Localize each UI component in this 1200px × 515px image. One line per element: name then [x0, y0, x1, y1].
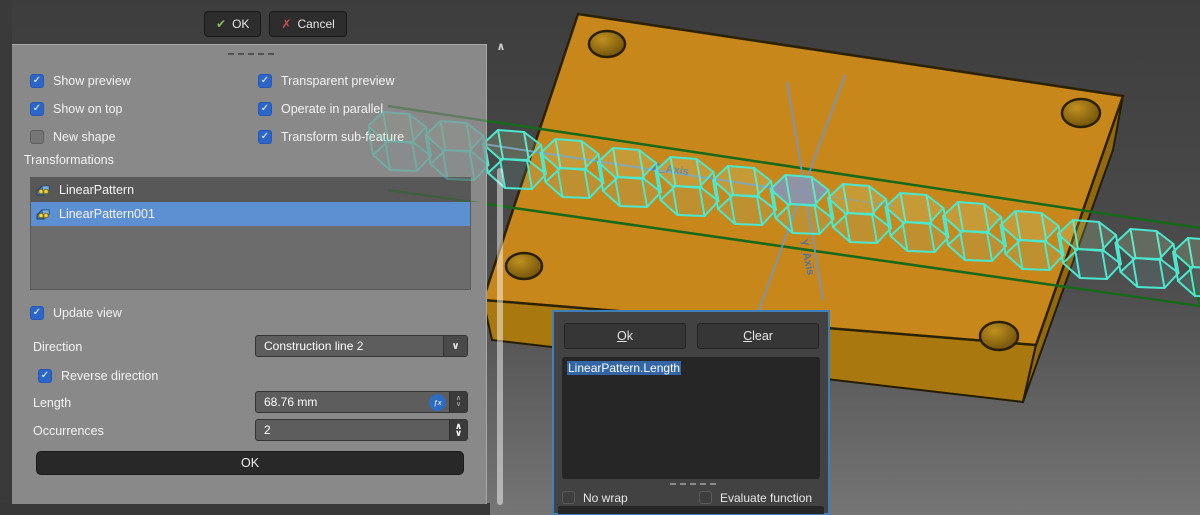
checkbox-new-shape[interactable]: New shape: [30, 129, 116, 145]
formula-ok-button[interactable]: Ok: [564, 323, 686, 349]
spin-down-icon[interactable]: ∨: [456, 402, 461, 408]
list-item-linearpattern001[interactable]: LinearPattern001: [31, 202, 470, 226]
checkbox-box[interactable]: [258, 74, 272, 88]
panel-ok-button[interactable]: OK: [36, 451, 464, 475]
length-spinner[interactable]: ∧ ∨: [449, 392, 467, 412]
direction-value: Construction line 2: [256, 339, 443, 353]
checkbox-box[interactable]: [562, 491, 575, 504]
length-field[interactable]: 68.76 mm ƒx ∧ ∨: [255, 391, 468, 413]
direction-select[interactable]: Construction line 2 ∨: [255, 335, 468, 357]
checkbox-box[interactable]: [30, 130, 44, 144]
checkbox-transform-sub-feature[interactable]: Transform sub-feature: [258, 129, 404, 145]
occurrences-label: Occurrences: [33, 424, 104, 438]
checkbox-label: Transform sub-feature: [281, 130, 404, 144]
checkbox-box[interactable]: [258, 130, 272, 144]
formula-clear-button[interactable]: Clear: [697, 323, 819, 349]
splitter-handle-icon[interactable]: [228, 53, 274, 55]
checkbox-box[interactable]: [699, 491, 712, 504]
task-dialog-toolbar: ✔ OK ✗ Cancel: [204, 11, 347, 37]
list-item-label: LinearPattern001: [59, 207, 155, 221]
checkbox-box[interactable]: [38, 369, 52, 383]
checkbox-label: Operate in parallel: [281, 102, 383, 116]
task-panel: Show preview Transparent preview Show on…: [12, 44, 487, 504]
checkbox-label: New shape: [53, 130, 116, 144]
checkbox-update-view[interactable]: Update view: [30, 305, 122, 321]
hole-top-left[interactable]: [589, 31, 625, 57]
checkbox-box[interactable]: [258, 102, 272, 116]
ok-check-icon: ✔: [216, 17, 226, 31]
transformations-list: LinearPattern LinearPattern001: [30, 177, 471, 290]
checkbox-transparent-preview[interactable]: Transparent preview: [258, 73, 394, 89]
checkbox-label: Transparent preview: [281, 74, 394, 88]
splitter-handle-icon[interactable]: [670, 483, 716, 485]
checkbox-no-wrap[interactable]: No wrap: [562, 490, 628, 505]
hole-bottom-left[interactable]: [506, 253, 542, 279]
list-item-label: LinearPattern: [59, 183, 134, 197]
expression-text[interactable]: LinearPattern.Length: [567, 361, 681, 375]
checkbox-label: Show on top: [53, 102, 123, 116]
panel-scrollbar[interactable]: [497, 168, 503, 505]
chevron-down-icon[interactable]: ∨: [443, 336, 467, 356]
cancel-x-icon: ✗: [281, 17, 291, 31]
list-item-linearpattern[interactable]: LinearPattern: [31, 178, 470, 202]
hole-top-right[interactable]: [1062, 99, 1100, 127]
task-panel-bottom-edge: [0, 503, 490, 515]
linear-pattern-icon: [36, 206, 52, 222]
occurrences-value[interactable]: 2: [256, 423, 449, 437]
formula-editor-dialog: Ok Clear LinearPattern.Length No wrap Ev…: [552, 310, 830, 515]
hole-bottom-right[interactable]: [980, 322, 1018, 350]
formula-ok-label: Ok: [617, 329, 633, 343]
scroll-up-icon[interactable]: ∧: [492, 40, 510, 56]
occurrences-spinner[interactable]: ∧ ∨: [449, 420, 467, 440]
cancel-button[interactable]: ✗ Cancel: [269, 11, 346, 37]
checkbox-box[interactable]: [30, 102, 44, 116]
checkbox-show-on-top[interactable]: Show on top: [30, 101, 123, 117]
formula-clear-label: Clear: [743, 329, 773, 343]
expression-input[interactable]: LinearPattern.Length: [562, 357, 820, 479]
transformations-heading: Transformations: [24, 153, 114, 167]
checkbox-operate-in-parallel[interactable]: Operate in parallel: [258, 101, 383, 117]
window-left-edge: [0, 0, 12, 515]
checkbox-label: Update view: [53, 306, 122, 320]
direction-label: Direction: [33, 340, 82, 354]
ok-button[interactable]: ✔ OK: [204, 11, 261, 37]
occurrences-field[interactable]: 2 ∧ ∨: [255, 419, 468, 441]
checkbox-label: No wrap: [583, 491, 628, 505]
checkbox-reverse-direction[interactable]: Reverse direction: [38, 368, 158, 384]
linear-pattern-icon: [36, 182, 52, 198]
length-value[interactable]: 68.76 mm: [256, 395, 429, 409]
checkbox-evaluate-function[interactable]: Evaluate function: [699, 490, 812, 505]
checkbox-label: Show preview: [53, 74, 131, 88]
checkbox-box[interactable]: [30, 306, 44, 320]
length-label: Length: [33, 396, 71, 410]
freecad-window: X_Axis Y_Axis Show preview Transparent p…: [0, 0, 1200, 515]
cancel-button-label: Cancel: [297, 17, 334, 31]
checkbox-label: Evaluate function: [720, 491, 812, 505]
checkbox-show-preview[interactable]: Show preview: [30, 73, 131, 89]
checkbox-box[interactable]: [30, 74, 44, 88]
expression-fx-icon[interactable]: ƒx: [429, 394, 446, 411]
spin-down-icon[interactable]: ∨: [455, 430, 462, 437]
result-area-edge: [558, 506, 824, 514]
ok-button-label: OK: [232, 17, 249, 31]
checkbox-label: Reverse direction: [61, 369, 158, 383]
